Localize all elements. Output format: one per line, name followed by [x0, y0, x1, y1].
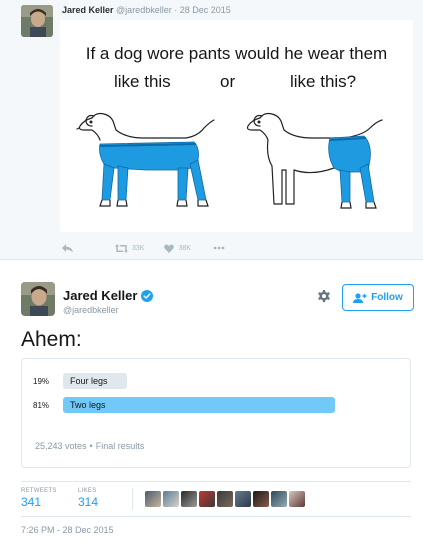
liker-avatar[interactable] [199, 491, 215, 507]
reply-icon [62, 243, 73, 252]
quoted-author-handle[interactable]: @jaredbkeller [116, 5, 172, 15]
more-icon [213, 246, 225, 250]
follow-button[interactable]: Follow [342, 284, 414, 311]
gear-icon[interactable] [317, 289, 331, 303]
author-handle[interactable]: @jaredbkeller [63, 305, 119, 315]
media-option-or: or [220, 72, 236, 91]
tweet-text: Ahem: [21, 328, 82, 351]
media-option-left: like this [114, 72, 171, 91]
likes-stat[interactable]: LIKES 314 [78, 488, 98, 509]
poll-votes: 25,243 votes [35, 441, 87, 451]
divider [21, 481, 411, 482]
dog-two-legs-pants-illustration [246, 112, 383, 209]
divider [21, 516, 411, 517]
poll-option-label: Two legs [70, 400, 106, 410]
liker-avatar[interactable] [217, 491, 233, 507]
liker-avatar[interactable] [163, 491, 179, 507]
retweet-count: 33K [132, 244, 145, 252]
reply-button[interactable] [62, 243, 73, 253]
poll-percent: 19% [33, 376, 50, 386]
likes-label: LIKES [78, 488, 97, 494]
more-button[interactable] [213, 246, 225, 250]
quoted-author-name[interactable]: Jared Keller [62, 5, 114, 15]
retweet-icon [115, 243, 128, 253]
dog-four-legs-pants-illustration [76, 112, 215, 207]
liker-avatar[interactable] [235, 491, 251, 507]
verified-badge-icon [141, 289, 154, 302]
media-option-right: like this? [290, 72, 357, 91]
header-separator: · [174, 5, 178, 15]
retweets-count: 341 [21, 495, 42, 509]
retweet-button[interactable]: 33K [115, 243, 145, 253]
quoted-author-avatar[interactable] [21, 5, 53, 37]
quoted-header: Jared Keller @jaredbkeller · 28 Dec 2015 [62, 5, 231, 15]
poll-option-four-legs: 19% Four legs [33, 373, 127, 389]
poll-percent: 81% [33, 400, 50, 410]
quoted-date[interactable]: 28 Dec 2015 [180, 5, 231, 15]
liker-avatar[interactable] [253, 491, 269, 507]
liker-avatar[interactable] [289, 491, 305, 507]
follow-person-icon [353, 292, 367, 303]
poll-footer: 25,243 votes • Final results [35, 441, 144, 451]
author-name[interactable]: Jared Keller [63, 288, 154, 303]
heart-icon [164, 243, 175, 253]
poll-card: 19% Four legs 81% Two legs 25,243 votes … [21, 358, 411, 468]
quoted-media-image[interactable]: If a dog wore pants would he wear them l… [60, 20, 413, 232]
liker-avatar[interactable] [271, 491, 287, 507]
quoted-tweet[interactable]: Jared Keller @jaredbkeller · 28 Dec 2015… [0, 0, 423, 260]
likes-count: 314 [78, 495, 99, 509]
follow-label: Follow [371, 292, 403, 303]
like-button[interactable]: 38K [164, 243, 191, 253]
retweets-stat[interactable]: RETWEETS 341 [21, 488, 57, 509]
author-name-text: Jared Keller [63, 288, 138, 303]
retweets-label: RETWEETS [21, 488, 57, 494]
liker-avatars [145, 491, 305, 507]
poll-status: Final results [95, 441, 145, 451]
poll-option-label: Four legs [70, 376, 108, 386]
tweet-timestamp[interactable]: 7:26 PM - 28 Dec 2015 [21, 525, 114, 535]
media-question: If a dog wore pants would he wear them [85, 44, 388, 63]
liker-avatar[interactable] [181, 491, 197, 507]
stats-separator [132, 488, 133, 510]
liker-avatar[interactable] [145, 491, 161, 507]
quoted-actions: 33K 38K [62, 240, 225, 256]
like-count: 38K [178, 244, 191, 252]
poll-option-two-legs: 81% Two legs [33, 397, 335, 413]
author-avatar[interactable] [21, 282, 55, 316]
poll-bar: Two legs [63, 397, 335, 413]
poll-dot: • [89, 441, 93, 451]
poll-bar: Four legs [63, 373, 127, 389]
